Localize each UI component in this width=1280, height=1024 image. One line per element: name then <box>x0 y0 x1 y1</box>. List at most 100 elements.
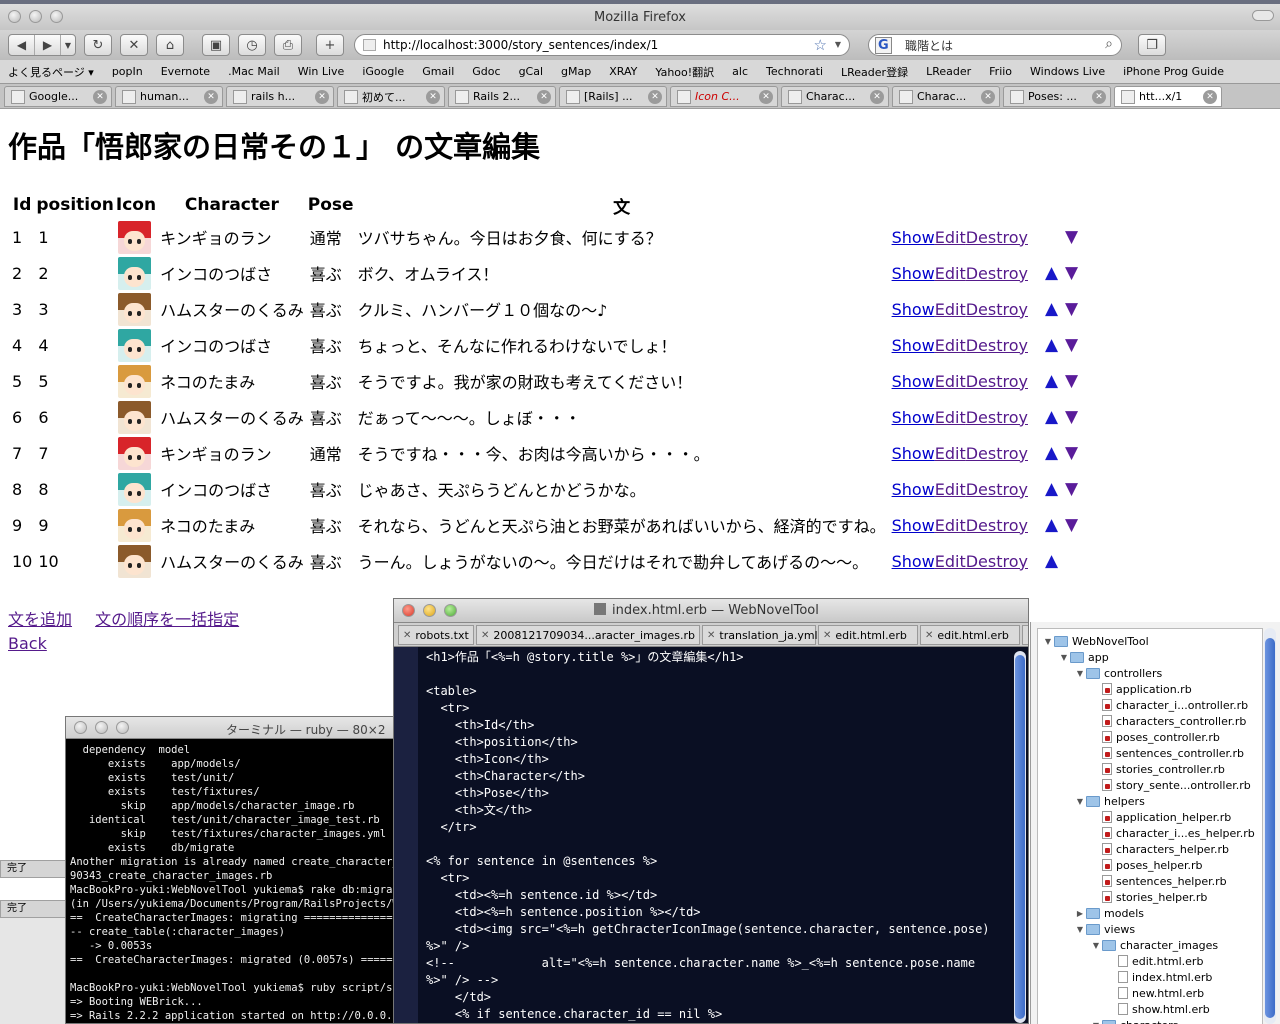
print-button[interactable]: ⎙ <box>274 34 302 56</box>
editor-minimize-button[interactable] <box>423 604 436 617</box>
toolbar-toggle-button[interactable] <box>1252 10 1274 21</box>
bookmark-item[interactable]: gCal <box>519 65 543 78</box>
disclosure-closed-icon[interactable]: ▶ <box>1074 909 1086 918</box>
tab-close-icon[interactable]: ✕ <box>426 89 440 104</box>
add-sentence-link[interactable]: 文を追加 <box>8 610 72 629</box>
tree-item[interactable]: stories_helper.rb <box>1090 889 1207 905</box>
bookmark-item[interactable]: Win Live <box>298 65 345 78</box>
bookmark-item[interactable]: Gmail <box>422 65 454 78</box>
destroy-link[interactable]: Destroy <box>966 552 1028 571</box>
show-link[interactable]: Show <box>892 408 935 427</box>
show-link[interactable]: Show <box>892 372 935 391</box>
tab-3[interactable]: rails h... ✕ <box>226 86 334 107</box>
tab-close-icon[interactable]: ✕ <box>93 89 107 104</box>
back-arrow-icon[interactable]: ◀ <box>9 35 35 55</box>
tree-item[interactable]: character_i...es_helper.rb <box>1090 825 1255 841</box>
terminal-minimize-button[interactable] <box>95 721 108 734</box>
editor-tab-5[interactable]: ✕ edit.html.erb <box>920 625 1020 645</box>
tab-5[interactable]: Rails 2... ✕ <box>448 86 556 107</box>
tree-item[interactable]: index.html.erb <box>1106 969 1212 985</box>
edit-link[interactable]: Edit <box>935 516 966 535</box>
destroy-link[interactable]: Destroy <box>966 516 1028 535</box>
tab-6[interactable]: [Rails] ... ✕ <box>559 86 667 107</box>
tree-item[interactable]: new.html.erb <box>1106 985 1204 1001</box>
tree-item[interactable]: ▼ controllers <box>1074 665 1162 681</box>
tab-close-icon[interactable]: ✕ <box>315 89 329 104</box>
disclosure-open-icon[interactable]: ▼ <box>1074 925 1086 934</box>
move-up-icon[interactable]: ▲ <box>1042 335 1062 355</box>
tree-item[interactable]: poses_controller.rb <box>1090 729 1220 745</box>
tree-item[interactable]: ▼ character_images <box>1090 937 1218 953</box>
show-link[interactable]: Show <box>892 516 935 535</box>
tab-close-icon[interactable]: ✕ <box>707 630 715 641</box>
tab-8[interactable]: Charac... ✕ <box>781 86 889 107</box>
tree-item[interactable]: character_i...ontroller.rb <box>1090 697 1248 713</box>
destroy-link[interactable]: Destroy <box>966 372 1028 391</box>
bookmark-item[interactable]: よく見るページ ▾ <box>8 64 94 80</box>
destroy-link[interactable]: Destroy <box>966 264 1028 283</box>
editor-code[interactable]: <h1>作品「<%=h @story.title %>」の文章編集</h1> <t… <box>426 649 1012 1023</box>
bookmark-item[interactable]: LReader <box>926 65 971 78</box>
tree-item[interactable]: characters_controller.rb <box>1090 713 1246 729</box>
tab-close-icon[interactable]: ✕ <box>1092 89 1106 104</box>
tab-close-icon[interactable]: ✕ <box>981 89 995 104</box>
search-bar[interactable]: G 職階とは ⌕ <box>868 34 1122 56</box>
editor-tab-4[interactable]: ✕ edit.html.erb <box>818 625 918 645</box>
move-down-icon[interactable]: ▼ <box>1062 443 1082 463</box>
bookmark-star-icon[interactable]: ☆ <box>814 36 827 54</box>
bookmark-item[interactable]: popIn <box>112 65 143 78</box>
destroy-link[interactable]: Destroy <box>966 444 1028 463</box>
tree-item[interactable]: stories_controller.rb <box>1090 761 1225 777</box>
editor-tab-3[interactable]: ✕ translation_ja.yml <box>702 625 818 645</box>
tree-item[interactable]: edit.html.erb <box>1106 953 1203 969</box>
tab-close-icon[interactable]: ✕ <box>403 630 411 641</box>
history-button[interactable]: ◷ <box>238 34 266 56</box>
show-link[interactable]: Show <box>892 480 935 499</box>
tab-11[interactable]: htt...x/1 ✕ <box>1114 86 1222 107</box>
new-tab-button[interactable]: + <box>316 34 344 56</box>
edit-link[interactable]: Edit <box>935 372 966 391</box>
tree-item[interactable]: application_helper.rb <box>1090 809 1231 825</box>
bookmark-item[interactable]: alc <box>732 65 748 78</box>
disclosure-open-icon[interactable]: ▼ <box>1090 941 1102 950</box>
move-down-icon[interactable]: ▼ <box>1062 407 1082 427</box>
terminal-zoom-button[interactable] <box>116 721 129 734</box>
tab-close-icon[interactable]: ✕ <box>537 89 551 104</box>
tree-item[interactable]: characters_helper.rb <box>1090 841 1229 857</box>
move-up-icon[interactable]: ▲ <box>1042 371 1062 391</box>
edit-link[interactable]: Edit <box>935 552 966 571</box>
tab-close-icon[interactable]: ✕ <box>481 630 489 641</box>
tree-item[interactable]: show.html.erb <box>1106 1001 1210 1017</box>
bookmark-item[interactable]: iPhone Prog Guide <box>1123 65 1224 78</box>
editor-tabs-overflow[interactable]: » <box>1022 625 1028 645</box>
tab-close-icon[interactable]: ✕ <box>648 89 662 104</box>
edit-link[interactable]: Edit <box>935 408 966 427</box>
show-link[interactable]: Show <box>892 552 935 571</box>
move-down-icon[interactable]: ▼ <box>1062 515 1082 535</box>
disclosure-open-icon[interactable]: ▼ <box>1058 653 1070 662</box>
edit-link[interactable]: Edit <box>935 480 966 499</box>
tab-close-icon[interactable]: ✕ <box>925 630 933 641</box>
drawer-scroll-thumb[interactable] <box>1265 638 1275 1018</box>
show-link[interactable]: Show <box>892 300 935 319</box>
disclosure-open-icon[interactable]: ▼ <box>1074 797 1086 806</box>
move-up-icon[interactable]: ▲ <box>1042 263 1062 283</box>
tree-item[interactable]: sentences_helper.rb <box>1090 873 1227 889</box>
tree-item[interactable]: story_sente...ontroller.rb <box>1090 777 1251 793</box>
url-bar[interactable]: http://localhost:3000/story_sentences/in… <box>354 34 850 56</box>
tree-item[interactable]: ▼ views <box>1074 921 1135 937</box>
move-up-icon[interactable]: ▲ <box>1042 299 1062 319</box>
bookmark-item[interactable]: Windows Live <box>1030 65 1105 78</box>
move-up-icon[interactable]: ▲ <box>1042 515 1062 535</box>
show-link[interactable]: Show <box>892 444 935 463</box>
screenshot-button[interactable]: ▣ <box>202 34 230 56</box>
edit-link[interactable]: Edit <box>935 300 966 319</box>
tree-item[interactable]: ▼ characters <box>1090 1017 1178 1024</box>
home-button[interactable]: ⌂ <box>156 34 184 56</box>
tab-close-icon[interactable]: ✕ <box>759 89 773 104</box>
forward-arrow-icon[interactable]: ▶ <box>35 35 61 55</box>
show-link[interactable]: Show <box>892 264 935 283</box>
editor-scrollbar[interactable] <box>1014 651 1026 1023</box>
move-up-icon[interactable]: ▲ <box>1042 551 1062 571</box>
terminal-window[interactable]: ターミナル — ruby — 80×2 dependency model exi… <box>65 716 405 1024</box>
